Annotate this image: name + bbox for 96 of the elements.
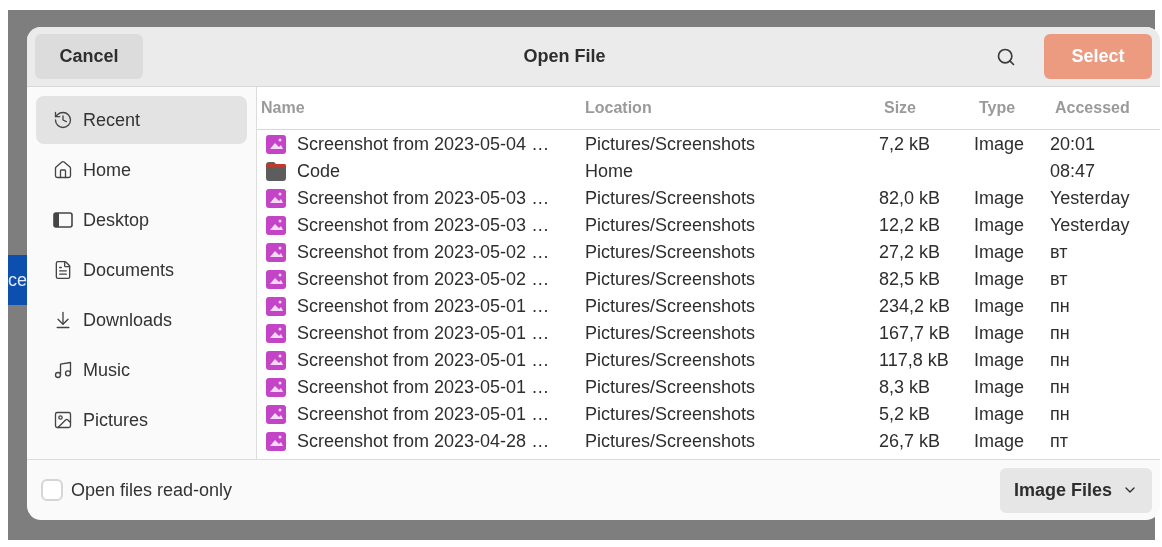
file-location: Pictures/Screenshots <box>585 269 756 289</box>
picture-icon <box>53 410 73 430</box>
file-size: 5,2 kB <box>879 404 931 424</box>
file-size: 27,2 kB <box>879 242 941 262</box>
file-name: Code <box>297 161 341 182</box>
file-size: 7,2 kB <box>879 134 931 154</box>
file-name: Screenshot from 2023-05-01 … <box>297 404 550 425</box>
file-location: Pictures/Screenshots <box>585 350 756 370</box>
checkbox-label: Open files read-only <box>71 479 233 501</box>
image-file-icon <box>266 405 286 424</box>
file-location: Pictures/Screenshots <box>585 431 756 451</box>
file-type: Image <box>974 323 1025 343</box>
sidebar-label: Recent <box>83 109 141 131</box>
image-file-icon <box>266 432 286 451</box>
file-type: Image <box>974 350 1025 370</box>
file-location: Pictures/Screenshots <box>585 215 756 235</box>
sidebar-label: Documents <box>83 259 175 281</box>
image-file-icon <box>266 216 286 235</box>
file-size: 167,7 kB <box>879 323 951 343</box>
file-accessed: пн <box>1050 350 1070 370</box>
file-name: Screenshot from 2023-04-28 … <box>297 431 550 452</box>
file-size: 234,2 kB <box>879 296 951 316</box>
search-icon <box>996 46 1016 67</box>
file-name: Screenshot from 2023-05-02 … <box>297 269 550 290</box>
file-name: Screenshot from 2023-05-02 … <box>297 242 550 263</box>
file-size: 117,8 kB <box>879 350 949 370</box>
file-location: Pictures/Screenshots <box>585 134 756 154</box>
file-accessed: пн <box>1050 404 1070 424</box>
file-name: Screenshot from 2023-05-03 … <box>297 188 550 209</box>
file-location: Pictures/Screenshots <box>585 242 756 262</box>
file-location: Pictures/Screenshots <box>585 404 756 424</box>
image-file-icon <box>266 189 286 208</box>
image-file-icon <box>266 351 286 370</box>
checkbox[interactable] <box>41 479 63 501</box>
file-size: 26,7 kB <box>879 431 941 451</box>
sidebar-label: Home <box>83 159 131 181</box>
file-size: 82,0 kB <box>879 188 941 208</box>
file-accessed: пт <box>1050 431 1068 451</box>
file-name: Screenshot from 2023-05-04 … <box>297 134 550 155</box>
sidebar-item[interactable]: Music <box>36 346 247 394</box>
sidebar-item[interactable]: Pictures <box>36 396 247 444</box>
file-type: Image <box>974 242 1025 262</box>
file-type: Image <box>974 404 1025 424</box>
music-note-icon <box>53 360 73 380</box>
sidebar-label: Desktop <box>83 209 150 231</box>
image-file-icon <box>266 324 286 343</box>
document-icon <box>53 260 73 280</box>
file-accessed: Yesterday <box>1050 188 1130 208</box>
file-accessed: вт <box>1050 242 1068 262</box>
dialog-title: Open File <box>522 46 607 67</box>
file-location: Pictures/Screenshots <box>585 323 756 343</box>
image-file-icon <box>266 270 286 289</box>
file-accessed: пн <box>1050 377 1070 397</box>
sidebar-item[interactable]: Recent <box>36 96 247 144</box>
file-accessed: 08:47 <box>1050 161 1096 181</box>
file-name: Screenshot from 2023-05-01 … <box>297 323 550 344</box>
file-type: Image <box>974 188 1025 208</box>
sidebar-item[interactable]: Home <box>36 146 247 194</box>
file-filter-dropdown[interactable]: Image Files <box>999 467 1152 513</box>
file-location: Pictures/Screenshots <box>585 296 756 316</box>
file-location: Pictures/Screenshots <box>585 188 756 208</box>
home-icon <box>53 160 73 180</box>
file-type: Image <box>974 377 1025 397</box>
file-accessed: вт <box>1050 269 1068 289</box>
file-type: Image <box>974 215 1025 235</box>
file-name: Screenshot from 2023-05-01 … <box>297 377 550 398</box>
file-type: Image <box>974 269 1025 289</box>
file-size: 8,3 kB <box>879 377 931 397</box>
file-location: Home <box>585 161 633 181</box>
image-file-icon <box>266 297 286 316</box>
file-accessed: пн <box>1050 296 1070 316</box>
file-accessed: Yesterday <box>1050 215 1130 235</box>
clock-icon <box>53 110 73 130</box>
folder-icon <box>266 162 286 181</box>
file-type: Image <box>974 296 1025 316</box>
file-location: Pictures/Screenshots <box>585 377 756 397</box>
sidebar-label: Pictures <box>83 409 149 431</box>
file-type: Image <box>974 431 1025 451</box>
file-type: Image <box>974 134 1025 154</box>
file-name: Screenshot from 2023-05-03 … <box>297 215 550 236</box>
cancel-button[interactable]: Cancel <box>35 34 143 79</box>
file-name: Screenshot from 2023-05-01 … <box>297 350 550 371</box>
file-size: 82,5 kB <box>879 269 941 289</box>
image-file-icon <box>266 135 286 154</box>
image-file-icon <box>266 243 286 262</box>
file-accessed: пн <box>1050 323 1070 343</box>
file-name: Screenshot from 2023-05-01 … <box>297 296 550 317</box>
file-accessed: 20:01 <box>1050 134 1096 154</box>
image-file-icon <box>266 378 286 397</box>
sidebar-label: Downloads <box>83 309 173 331</box>
sidebar-label: Music <box>83 359 130 381</box>
sidebar-item[interactable]: Desktop <box>36 196 247 244</box>
file-size: 12,2 kB <box>879 215 941 235</box>
desktop-icon <box>53 211 73 229</box>
sidebar-item[interactable]: Downloads <box>36 296 247 344</box>
sidebar-item[interactable]: Documents <box>36 246 247 294</box>
